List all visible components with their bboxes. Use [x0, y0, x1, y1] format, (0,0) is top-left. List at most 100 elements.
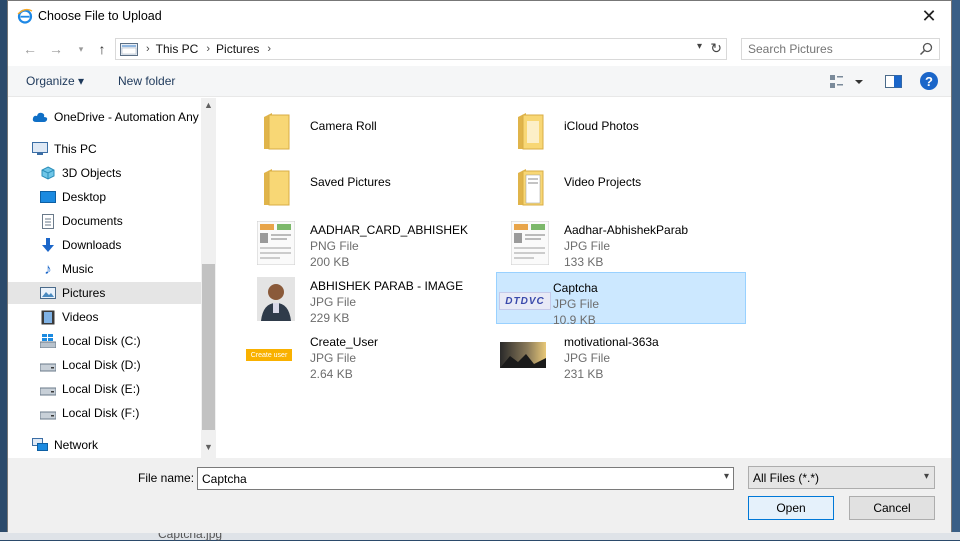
- nav-label: OneDrive - Automation Any: [54, 110, 199, 124]
- address-bar[interactable]: › This PC › Pictures › ▾ ↻: [115, 38, 727, 60]
- nav-item-music[interactable]: ♪ Music: [8, 258, 201, 280]
- scrollbar-thumb[interactable]: [202, 264, 215, 430]
- file-size: 200 KB: [310, 255, 350, 269]
- organize-button[interactable]: Organize ▾: [26, 74, 84, 88]
- nav-item-disk-f[interactable]: Local Disk (F:): [8, 402, 201, 424]
- file-type: JPG File: [310, 351, 357, 365]
- close-button[interactable]: ✕: [907, 1, 951, 32]
- nav-item-3d-objects[interactable]: 3D Objects: [8, 162, 201, 184]
- nav-label: 3D Objects: [62, 166, 122, 180]
- folder-icon: [508, 165, 552, 209]
- file-name: Create_User: [310, 335, 379, 349]
- file-size: 229 KB: [310, 311, 350, 325]
- document-thumbnail: [508, 221, 552, 265]
- file-type-value: All Files (*.*): [753, 471, 820, 485]
- captcha-thumbnail: DTDVC: [499, 279, 551, 323]
- chevron-right-icon: ›: [146, 43, 150, 55]
- folder-icloud-photos[interactable]: iCloud Photos: [490, 103, 740, 155]
- breadcrumb-pictures[interactable]: Pictures: [216, 42, 259, 56]
- preview-pane-icon[interactable]: [885, 74, 903, 90]
- background-window-edge: [952, 0, 960, 540]
- search-box[interactable]: [741, 38, 940, 60]
- help-icon: ?: [925, 73, 933, 89]
- file-name: iCloud Photos: [564, 119, 639, 133]
- open-button[interactable]: Open: [748, 496, 834, 520]
- file-name: AADHAR_CARD_ABHISHEK: [310, 223, 469, 237]
- folder-camera-roll[interactable]: Camera Roll: [236, 103, 486, 155]
- nav-item-disk-c[interactable]: Local Disk (C:): [8, 330, 201, 352]
- change-view-icon[interactable]: [829, 73, 865, 91]
- nav-item-documents[interactable]: Documents: [8, 210, 201, 232]
- file-captcha[interactable]: DTDVC Captcha JPG File 10.9 KB: [496, 272, 746, 327]
- breadcrumb-this-pc[interactable]: This PC: [156, 42, 199, 56]
- nav-item-disk-d[interactable]: Local Disk (D:): [8, 354, 201, 376]
- nav-label: Local Disk (F:): [62, 406, 140, 420]
- cancel-button[interactable]: Cancel: [849, 496, 935, 520]
- file-aadhar-abhishekparab[interactable]: Aadhar-AbhishekParab JPG File 133 KB: [490, 215, 740, 269]
- nav-item-this-pc[interactable]: This PC: [8, 138, 201, 160]
- file-type: JPG File: [564, 351, 611, 365]
- chevron-right-icon: ›: [206, 43, 211, 55]
- address-dropdown-icon[interactable]: ▾: [697, 41, 702, 52]
- drive-icon: [40, 381, 56, 397]
- scroll-down-icon[interactable]: ▼: [201, 442, 216, 456]
- arrow-up-icon: ↑: [98, 41, 106, 57]
- file-name-combobox[interactable]: ▾: [197, 467, 734, 490]
- nav-label: Network: [54, 438, 99, 452]
- nav-item-desktop[interactable]: Desktop: [8, 186, 201, 208]
- folder-saved-pictures[interactable]: Saved Pictures: [236, 159, 486, 211]
- chevron-right-icon: ›: [267, 43, 272, 55]
- create-user-text: Create user: [246, 349, 292, 361]
- file-create-user[interactable]: Create user Create_User JPG File 2.64 KB: [236, 327, 486, 381]
- file-type: JPG File: [564, 239, 611, 253]
- file-size: 133 KB: [564, 255, 604, 269]
- music-note-icon: ♪: [44, 260, 52, 278]
- nav-item-pictures[interactable]: Pictures: [8, 282, 201, 304]
- file-size: 2.64 KB: [310, 367, 353, 381]
- forward-button[interactable]: →: [46, 39, 66, 59]
- cloud-icon: [32, 109, 48, 125]
- nav-item-network[interactable]: Network: [8, 434, 201, 456]
- nav-item-disk-e[interactable]: Local Disk (E:): [8, 378, 201, 400]
- back-button[interactable]: ←: [20, 39, 40, 59]
- nav-item-videos[interactable]: Videos: [8, 306, 201, 328]
- create-user-thumbnail: Create user: [246, 333, 292, 377]
- arrow-right-icon: →: [49, 41, 63, 57]
- file-name: Camera Roll: [310, 119, 377, 133]
- chevron-down-icon[interactable]: ▾: [724, 471, 729, 482]
- command-toolbar: Organize ▾ New folder ?: [8, 66, 951, 97]
- scroll-up-icon[interactable]: ▲: [201, 100, 216, 114]
- pictures-icon: [40, 285, 56, 301]
- nav-label: Desktop: [62, 190, 107, 204]
- background-window-bottom: [0, 532, 960, 540]
- file-size: 231 KB: [564, 367, 604, 381]
- drive-icon: [40, 357, 56, 373]
- nav-item-downloads[interactable]: Downloads: [8, 234, 201, 256]
- file-aadhar-card-abhishek[interactable]: AADHAR_CARD_ABHISHEK PNG File 200 KB: [236, 215, 486, 269]
- folder-icon: [508, 109, 552, 153]
- computer-icon: [32, 141, 48, 157]
- nav-label: Documents: [62, 214, 123, 228]
- close-icon: ✕: [921, 6, 937, 26]
- search-input[interactable]: [748, 42, 908, 56]
- file-name-input[interactable]: [202, 472, 702, 486]
- help-button[interactable]: ?: [920, 72, 938, 90]
- file-type: JPG File: [553, 297, 600, 311]
- arrow-left-icon: ←: [23, 41, 37, 57]
- up-button[interactable]: ↑: [92, 39, 112, 59]
- folder-video-projects[interactable]: Video Projects: [490, 159, 740, 211]
- film-icon: [40, 309, 56, 325]
- new-folder-button[interactable]: New folder: [118, 74, 175, 88]
- search-icon[interactable]: [919, 42, 933, 56]
- file-name: motivational-363a: [564, 335, 659, 349]
- nav-scrollbar[interactable]: ▲ ▼: [201, 98, 216, 458]
- file-type-select[interactable]: All Files (*.*) ▾: [748, 466, 935, 489]
- refresh-icon[interactable]: ↻: [710, 40, 722, 57]
- document-thumbnail: [254, 221, 298, 265]
- file-name: ABHISHEK PARAB - IMAGE: [310, 279, 464, 293]
- file-abhishek-parab-image[interactable]: ABHISHEK PARAB - IMAGE JPG File 229 KB: [236, 271, 486, 325]
- file-list: Camera Roll iCloud Photos Saved Pictures…: [216, 98, 951, 458]
- recent-locations-button[interactable]: ▾: [71, 39, 91, 59]
- file-motivational[interactable]: motivational-363a JPG File 231 KB: [490, 327, 740, 381]
- nav-item-onedrive[interactable]: OneDrive - Automation Any: [8, 106, 201, 128]
